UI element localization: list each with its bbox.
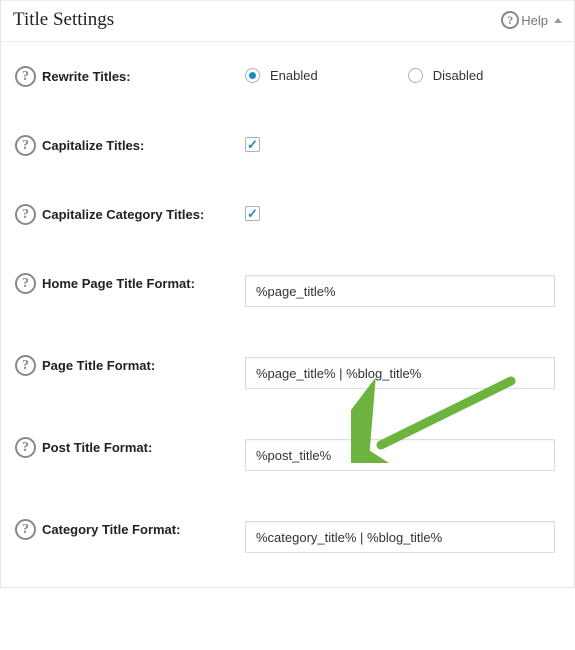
radio-icon (408, 68, 423, 83)
category-title-format-input[interactable] (245, 521, 555, 553)
panel-header: Title Settings ? Help (1, 0, 574, 42)
caret-up-icon (554, 18, 562, 23)
row-rewrite-titles: ? Rewrite Titles: Enabled Disabled (1, 42, 574, 111)
help-icon[interactable]: ? (15, 66, 36, 87)
field-label: Capitalize Category Titles: (42, 204, 204, 224)
page-title-format-input[interactable] (245, 357, 555, 389)
row-capitalize-titles: ? Capitalize Titles: (1, 111, 574, 180)
radio-label: Enabled (270, 68, 318, 83)
radio-icon (245, 68, 260, 83)
help-icon: ? (501, 11, 519, 29)
label-cell: ? Page Title Format: (15, 355, 245, 376)
help-toggle-label: Help (521, 13, 548, 28)
row-capitalize-category-titles: ? Capitalize Category Titles: (1, 180, 574, 249)
field-cell (245, 519, 560, 553)
help-icon[interactable]: ? (15, 204, 36, 225)
capitalize-titles-checkbox[interactable] (245, 137, 260, 152)
field-label: Post Title Format: (42, 437, 152, 457)
rewrite-titles-radio-group: Enabled Disabled (245, 68, 483, 83)
panel-title: Title Settings (13, 9, 114, 31)
radio-label: Disabled (433, 68, 484, 83)
field-label: Rewrite Titles: (42, 66, 131, 86)
help-icon[interactable]: ? (15, 135, 36, 156)
field-cell: Enabled Disabled (245, 66, 560, 83)
row-post-title-format: ? Post Title Format: (1, 413, 574, 495)
help-icon[interactable]: ? (15, 519, 36, 540)
label-cell: ? Post Title Format: (15, 437, 245, 458)
field-label: Page Title Format: (42, 355, 155, 375)
title-settings-panel: Title Settings ? Help ? Rewrite Titles: … (0, 0, 575, 588)
label-cell: ? Home Page Title Format: (15, 273, 245, 294)
field-cell (245, 204, 560, 221)
radio-disabled[interactable]: Disabled (408, 68, 484, 83)
field-label: Capitalize Titles: (42, 135, 144, 155)
settings-rows: ? Rewrite Titles: Enabled Disabled (1, 42, 574, 587)
row-home-page-title-format: ? Home Page Title Format: (1, 249, 574, 331)
help-icon[interactable]: ? (15, 273, 36, 294)
label-cell: ? Capitalize Titles: (15, 135, 245, 156)
home-page-title-format-input[interactable] (245, 275, 555, 307)
help-icon[interactable]: ? (15, 355, 36, 376)
capitalize-category-titles-checkbox[interactable] (245, 206, 260, 221)
field-cell (245, 355, 560, 389)
label-cell: ? Category Title Format: (15, 519, 245, 540)
field-label: Home Page Title Format: (42, 273, 195, 293)
field-cell (245, 437, 560, 471)
field-cell (245, 273, 560, 307)
radio-enabled[interactable]: Enabled (245, 68, 318, 83)
row-category-title-format: ? Category Title Format: (1, 495, 574, 577)
label-cell: ? Capitalize Category Titles: (15, 204, 245, 225)
field-label: Category Title Format: (42, 519, 180, 539)
help-toggle[interactable]: ? Help (501, 11, 562, 29)
label-cell: ? Rewrite Titles: (15, 66, 245, 87)
post-title-format-input[interactable] (245, 439, 555, 471)
row-page-title-format: ? Page Title Format: (1, 331, 574, 413)
field-cell (245, 135, 560, 152)
help-icon[interactable]: ? (15, 437, 36, 458)
